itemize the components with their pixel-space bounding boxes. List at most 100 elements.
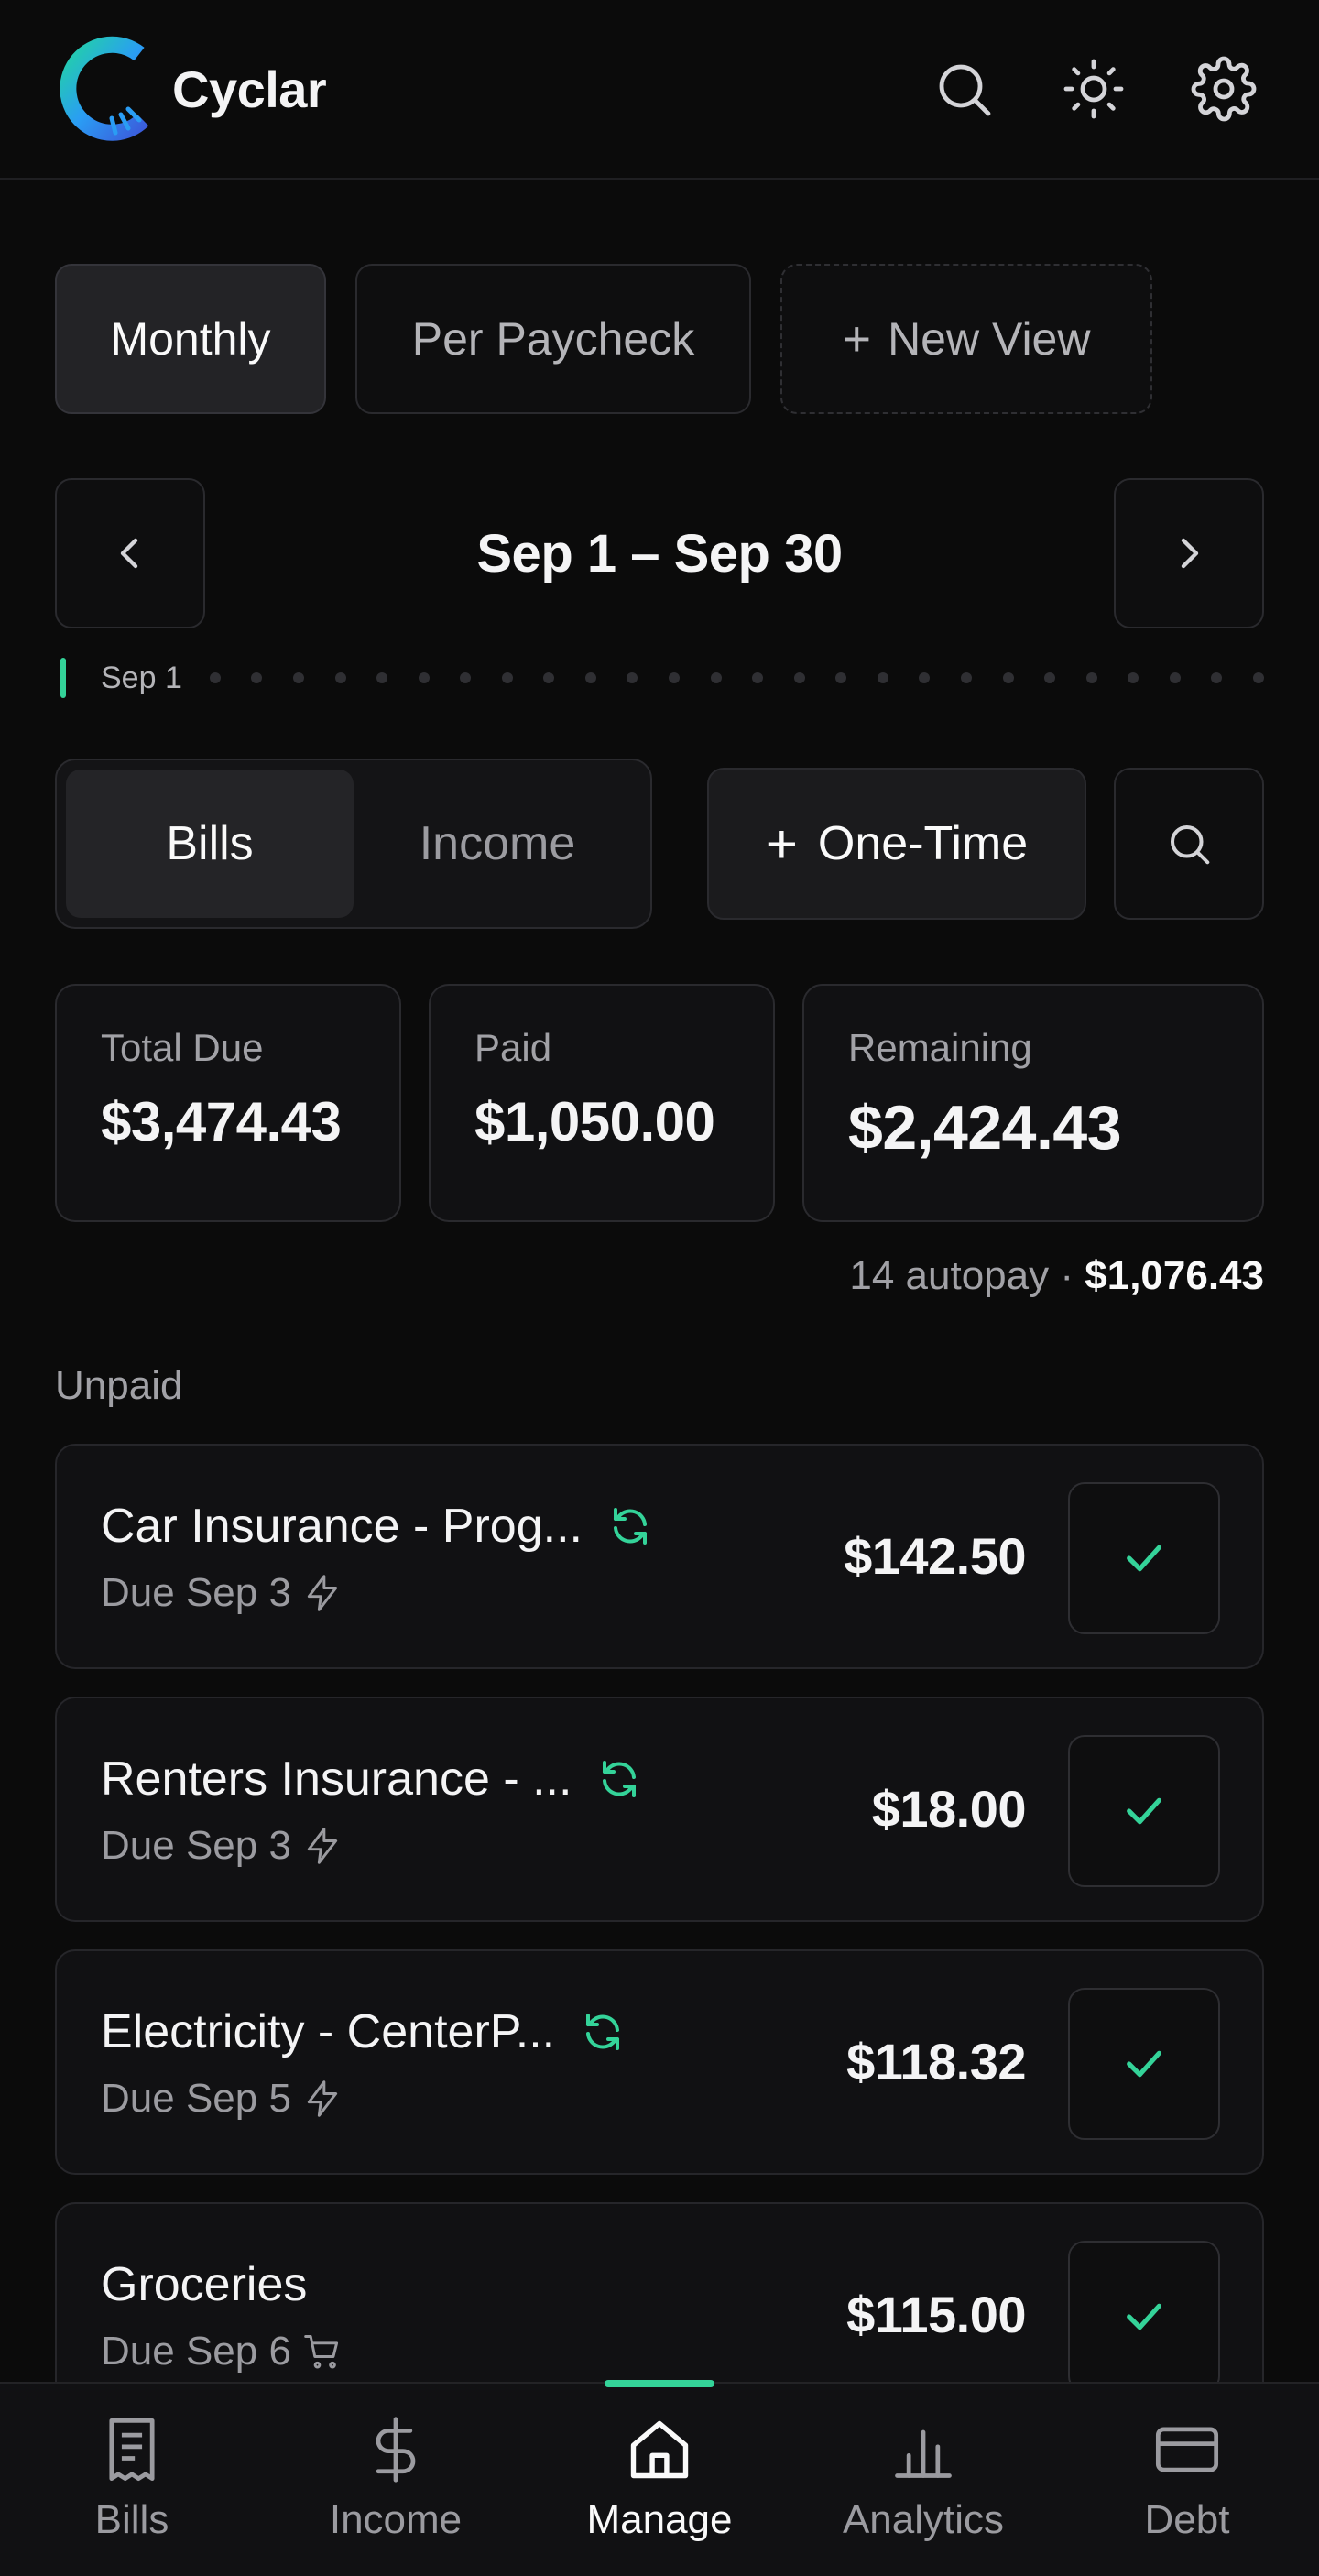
- check-icon: [1127, 1797, 1161, 1825]
- app-header: Cyclar: [0, 0, 1319, 180]
- receipt-icon: [109, 2418, 155, 2482]
- mark-paid-button[interactable]: [1068, 1735, 1220, 1887]
- cyclar-logo-icon: [60, 36, 149, 141]
- toggle-income[interactable]: Income: [354, 770, 641, 918]
- tab-monthly-label: Monthly: [110, 313, 271, 365]
- home-icon: [630, 2420, 689, 2479]
- next-period-button[interactable]: [1114, 478, 1264, 628]
- previous-period-button[interactable]: [55, 478, 205, 628]
- sun-icon[interactable]: [1061, 56, 1127, 122]
- bill-amount: $18.00: [871, 1780, 1027, 1838]
- bill-due: Due Sep 3: [101, 1570, 343, 1616]
- nav-income-label: Income: [329, 2497, 463, 2542]
- timeline-dot: [1085, 672, 1097, 683]
- nav-analytics[interactable]: Analytics: [791, 2384, 1055, 2576]
- bill-due: Due Sep 3: [101, 1823, 343, 1869]
- credit-card-icon: [1155, 2427, 1219, 2472]
- check-icon: [1127, 2303, 1161, 2330]
- unpaid-section-title: Unpaid: [55, 1363, 183, 1408]
- recurring-icon: [586, 2014, 620, 2050]
- timeline-marker: [60, 658, 66, 698]
- autopay-separator: ·: [1060, 1253, 1074, 1298]
- bill-name-text: Renters Insurance - ...: [101, 1752, 572, 1806]
- new-view-button[interactable]: + New View: [780, 264, 1152, 414]
- nav-bills[interactable]: Bills: [0, 2384, 264, 2576]
- timeline-dot: [376, 672, 388, 683]
- date-navigator: Sep 1 – Sep 30: [55, 478, 1264, 628]
- timeline-dot: [251, 672, 263, 683]
- nav-analytics-label: Analytics: [842, 2497, 1005, 2542]
- bolt-icon: [307, 2080, 338, 2117]
- bill-due: Due Sep 6: [101, 2329, 343, 2374]
- header-actions: [931, 56, 1264, 122]
- recurring-icon: [603, 1761, 637, 1797]
- bill-row[interactable]: Renters Insurance - ... Due Sep 3 $18.00: [55, 1697, 1264, 1922]
- timeline-dot: [209, 672, 221, 683]
- timeline-dot: [752, 672, 764, 683]
- active-tab-indicator: [605, 2380, 714, 2387]
- remaining-card: Remaining $2,424.43: [802, 984, 1264, 1222]
- view-tabs: Monthly Per Paycheck + New View: [55, 264, 1152, 414]
- date-range: Sep 1 – Sep 30: [476, 523, 843, 584]
- nav-income[interactable]: Income: [264, 2384, 528, 2576]
- timeline-dot: [543, 672, 555, 683]
- search-icon: [1170, 824, 1210, 865]
- gear-icon[interactable]: [1191, 56, 1257, 122]
- bill-row[interactable]: Electricity - CenterP... Due Sep 5 $118.…: [55, 1949, 1264, 2175]
- timeline-dot: [1211, 672, 1223, 683]
- bill-row[interactable]: Car Insurance - Prog... Due Sep 3 $142.5…: [55, 1444, 1264, 1669]
- timeline-dot: [418, 672, 430, 683]
- autopay-amount: $1,076.43: [1085, 1253, 1264, 1298]
- bill-name: Renters Insurance - ...: [101, 1752, 641, 1806]
- timeline-dot: [877, 672, 888, 683]
- timeline-dot: [460, 672, 472, 683]
- paid-card: Paid $1,050.00: [429, 984, 775, 1222]
- bill-due-text: Due Sep 5: [101, 2076, 291, 2121]
- nav-bills-label: Bills: [94, 2497, 169, 2542]
- search-bills-button[interactable]: [1114, 768, 1264, 920]
- timeline-dot: [1044, 672, 1056, 683]
- tab-per-paycheck-label: Per Paycheck: [411, 313, 695, 365]
- total-due-card: Total Due $3,474.43: [55, 984, 401, 1222]
- bolt-icon: [307, 1828, 338, 1864]
- tab-monthly[interactable]: Monthly: [55, 264, 326, 414]
- bill-due: Due Sep 5: [101, 2076, 343, 2122]
- mark-paid-button[interactable]: [1068, 1988, 1220, 2140]
- remaining-label: Remaining: [848, 1026, 1032, 1069]
- app-root: Cyclar Monthly Per Paycheck + New View Se…: [0, 0, 1319, 2576]
- one-time-label: One-Time: [817, 817, 1029, 870]
- toggle-bills[interactable]: Bills: [66, 770, 354, 918]
- autopay-count: 14 autopay: [849, 1253, 1050, 1298]
- period-timeline: Sep 1: [60, 656, 1264, 700]
- mark-paid-button[interactable]: [1068, 1482, 1220, 1634]
- paid-value: $1,050.00: [474, 1091, 715, 1152]
- bill-amount: $115.00: [846, 2286, 1026, 2343]
- bottom-navigation: Bills Income Manage Analytics Debt: [0, 2380, 1319, 2576]
- timeline-dot: [835, 672, 847, 683]
- timeline-dot: [584, 672, 596, 683]
- timeline-dot: [292, 672, 304, 683]
- timeline-dot: [793, 672, 805, 683]
- total-due-value: $3,474.43: [101, 1091, 342, 1152]
- tab-per-paycheck[interactable]: Per Paycheck: [355, 264, 751, 414]
- bill-amount: $142.50: [844, 1527, 1026, 1585]
- nav-manage[interactable]: Manage: [528, 2380, 791, 2576]
- nav-debt[interactable]: Debt: [1055, 2384, 1319, 2576]
- bolt-icon: [307, 1575, 338, 1611]
- add-one-time-button[interactable]: + One-Time: [707, 768, 1086, 920]
- bill-due-text: Due Sep 3: [101, 1823, 291, 1868]
- mark-paid-button[interactable]: [1068, 2241, 1220, 2393]
- check-icon: [1127, 2050, 1161, 2078]
- bill-name-text: Car Insurance - Prog...: [101, 1500, 583, 1553]
- bill-name: Electricity - CenterP...: [101, 2004, 625, 2059]
- timeline-dots: [209, 672, 1264, 683]
- search-icon[interactable]: [931, 56, 997, 122]
- bill-amount: $118.32: [846, 2033, 1026, 2090]
- recurring-icon: [614, 1508, 647, 1545]
- total-due-label: Total Due: [101, 1026, 264, 1069]
- chevron-right-icon: [1181, 538, 1199, 569]
- timeline-dot: [501, 672, 513, 683]
- timeline-dot: [710, 672, 722, 683]
- bill-name: Car Insurance - Prog...: [101, 1499, 652, 1554]
- timeline-dot: [1128, 672, 1139, 683]
